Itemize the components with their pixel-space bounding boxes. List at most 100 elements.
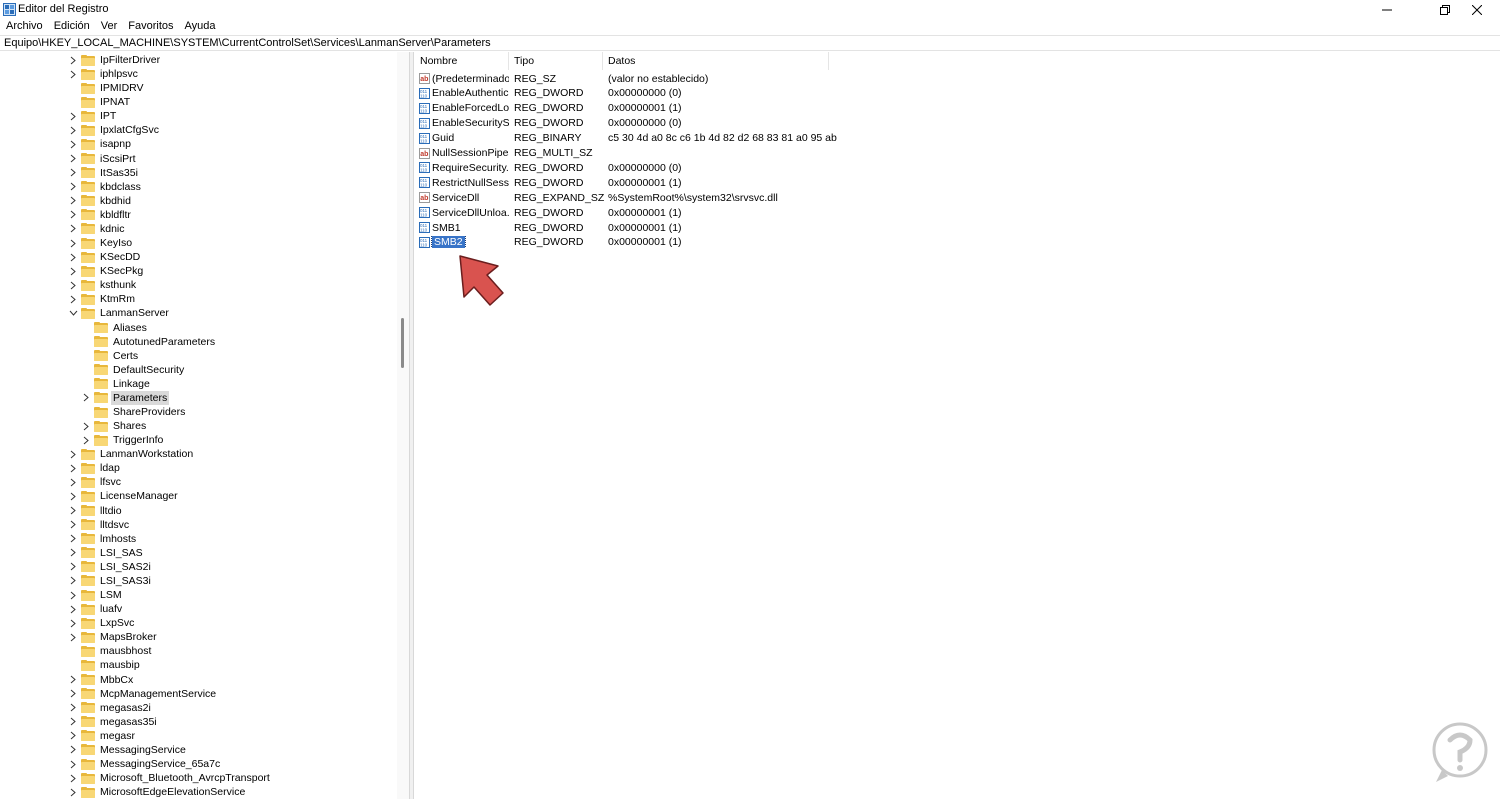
value-row[interactable]: 011 110 SMB2 REG_DWORD 0x00000001 (1) (419, 235, 682, 250)
tree-item[interactable]: LxpSvc (67, 616, 136, 630)
chevron-right-icon[interactable] (67, 771, 79, 785)
tree-item[interactable]: LSI_SAS2i (67, 560, 153, 574)
chevron-right-icon[interactable] (67, 588, 79, 602)
menu-archivo[interactable]: Archivo (0, 19, 48, 35)
tree-item[interactable]: ShareProviders (80, 405, 187, 419)
value-row[interactable]: 011 110 RequireSecurity... REG_DWORD 0x00000… (419, 160, 682, 175)
tree-item[interactable]: IPNAT (67, 95, 132, 109)
chevron-right-icon[interactable] (67, 687, 79, 701)
menu-favoritos[interactable]: Favoritos (122, 19, 178, 35)
chevron-right-icon[interactable] (67, 475, 79, 489)
tree-item[interactable]: MessagingService_65a7c (67, 757, 222, 771)
chevron-right-icon[interactable] (80, 391, 92, 405)
tree-item[interactable]: IpFilterDriver (67, 53, 162, 67)
chevron-right-icon[interactable] (67, 701, 79, 715)
address-bar[interactable]: Equipo\HKEY_LOCAL_MACHINE\SYSTEM\Current… (0, 35, 1500, 51)
tree-item[interactable]: KSecPkg (67, 264, 145, 278)
chevron-right-icon[interactable] (67, 53, 79, 67)
tree-item[interactable]: lltdio (67, 504, 124, 518)
tree-item[interactable]: KtmRm (67, 292, 137, 306)
tree-item[interactable]: kbdhid (67, 194, 133, 208)
tree-item[interactable]: megasas2i (67, 701, 153, 715)
tree-item[interactable]: Parameters (80, 390, 170, 405)
values-list[interactable]: Nombre Tipo Datos ab (Predeterminado) REG_… (415, 52, 1500, 799)
value-row[interactable]: 011 110 Guid REG_BINARY c5 30 4d a0 8c c6 1b… (419, 131, 837, 146)
tree-item[interactable]: Linkage (80, 377, 152, 391)
menu-edicion[interactable]: Edición (48, 19, 95, 35)
menu-ayuda[interactable]: Ayuda (179, 19, 221, 35)
chevron-right-icon[interactable] (67, 278, 79, 292)
tree-item[interactable]: MapsBroker (67, 630, 159, 644)
chevron-right-icon[interactable] (67, 560, 79, 574)
tree-item[interactable]: LSI_SAS (67, 546, 145, 560)
tree-item[interactable]: kdnic (67, 222, 127, 236)
chevron-right-icon[interactable] (67, 447, 79, 461)
tree-item[interactable]: isapnp (67, 137, 133, 151)
column-header-nombre[interactable]: Nombre (415, 52, 509, 70)
chevron-right-icon[interactable] (67, 673, 79, 687)
tree-item[interactable]: McpManagementService (67, 687, 218, 701)
tree-item[interactable]: megasas35i (67, 715, 159, 729)
chevron-right-icon[interactable] (67, 602, 79, 616)
value-row[interactable]: ab (Predeterminado) REG_SZ (valor no establ… (419, 71, 708, 86)
tree-item[interactable]: kbdclass (67, 180, 143, 194)
chevron-right-icon[interactable] (67, 630, 79, 644)
tree-item[interactable]: KeyIso (67, 236, 134, 250)
tree-item[interactable]: mausbhost (67, 644, 153, 658)
tree-item[interactable]: Shares (80, 419, 148, 433)
value-row[interactable]: ab ServiceDll REG_EXPAND_SZ %SystemRoot%\sy… (419, 190, 778, 205)
minimize-button[interactable] (1364, 0, 1410, 19)
tree-item[interactable]: lfsvc (67, 475, 123, 489)
tree-item[interactable]: MicrosoftEdgeElevationService (67, 785, 247, 799)
tree-scrollbar-thumb[interactable] (401, 318, 404, 368)
chevron-right-icon[interactable] (67, 518, 79, 532)
tree-item[interactable]: DefaultSecurity (80, 363, 186, 377)
tree-item[interactable]: Microsoft_Bluetooth_AvrcpTransport (67, 771, 272, 785)
value-row[interactable]: 011110EnableSecuritySi... REG_DWORD 0x0000… (419, 116, 682, 131)
value-row[interactable]: 011 110 SMB1 REG_DWORD 0x00000001 (1) (419, 220, 682, 235)
tree-item[interactable]: mausbip (67, 658, 142, 672)
chevron-right-icon[interactable] (67, 461, 79, 475)
chevron-right-icon[interactable] (67, 616, 79, 630)
column-header-datos[interactable]: Datos (603, 52, 829, 70)
chevron-right-icon[interactable] (67, 67, 79, 81)
chevron-right-icon[interactable] (67, 180, 79, 194)
tree-item[interactable]: LSM (67, 588, 124, 602)
chevron-right-icon[interactable] (67, 264, 79, 278)
chevron-right-icon[interactable] (67, 222, 79, 236)
tree-item[interactable]: iphlpsvc (67, 67, 140, 81)
value-row[interactable]: 011 110 ServiceDllUnloa... REG_DWORD 0x00000… (419, 205, 682, 220)
key-tree[interactable]: IpFilterDriver iphlpsvc IPMIDRV IPNAT IPT Ipx… (0, 52, 410, 799)
chevron-down-icon[interactable] (67, 306, 79, 320)
tree-item[interactable]: lmhosts (67, 532, 138, 546)
chevron-right-icon[interactable] (67, 504, 79, 518)
chevron-right-icon[interactable] (67, 715, 79, 729)
tree-scrollbar[interactable] (397, 52, 409, 799)
tree-item[interactable]: MbbCx (67, 673, 135, 687)
pane-splitter[interactable] (410, 52, 414, 799)
chevron-right-icon[interactable] (67, 489, 79, 503)
tree-item[interactable]: IPT (67, 109, 118, 123)
tree-item[interactable]: kbldfltr (67, 208, 133, 222)
tree-item[interactable]: AutotunedParameters (80, 335, 217, 349)
chevron-right-icon[interactable] (67, 194, 79, 208)
tree-item[interactable]: LSI_SAS3i (67, 574, 153, 588)
chevron-right-icon[interactable] (67, 109, 79, 123)
chevron-right-icon[interactable] (67, 292, 79, 306)
tree-item[interactable]: Certs (80, 349, 140, 363)
menu-ver[interactable]: Ver (95, 19, 123, 35)
value-row[interactable]: 011110RestrictNullSess... REG_DWORD 0x0000… (419, 175, 682, 190)
tree-item[interactable]: megasr (67, 729, 137, 743)
chevron-right-icon[interactable] (67, 208, 79, 222)
tree-item[interactable]: ldap (67, 461, 122, 475)
chevron-right-icon[interactable] (67, 743, 79, 757)
chevron-right-icon[interactable] (67, 729, 79, 743)
tree-item[interactable]: LanmanServer (67, 306, 171, 320)
tree-item[interactable]: Aliases (80, 321, 149, 335)
tree-item[interactable]: luafv (67, 602, 124, 616)
chevron-right-icon[interactable] (67, 757, 79, 771)
tree-item[interactable]: IpxlatCfgSvc (67, 123, 161, 137)
tree-item[interactable]: LicenseManager (67, 489, 180, 503)
tree-item[interactable]: LanmanWorkstation (67, 447, 195, 461)
chevron-right-icon[interactable] (67, 123, 79, 137)
